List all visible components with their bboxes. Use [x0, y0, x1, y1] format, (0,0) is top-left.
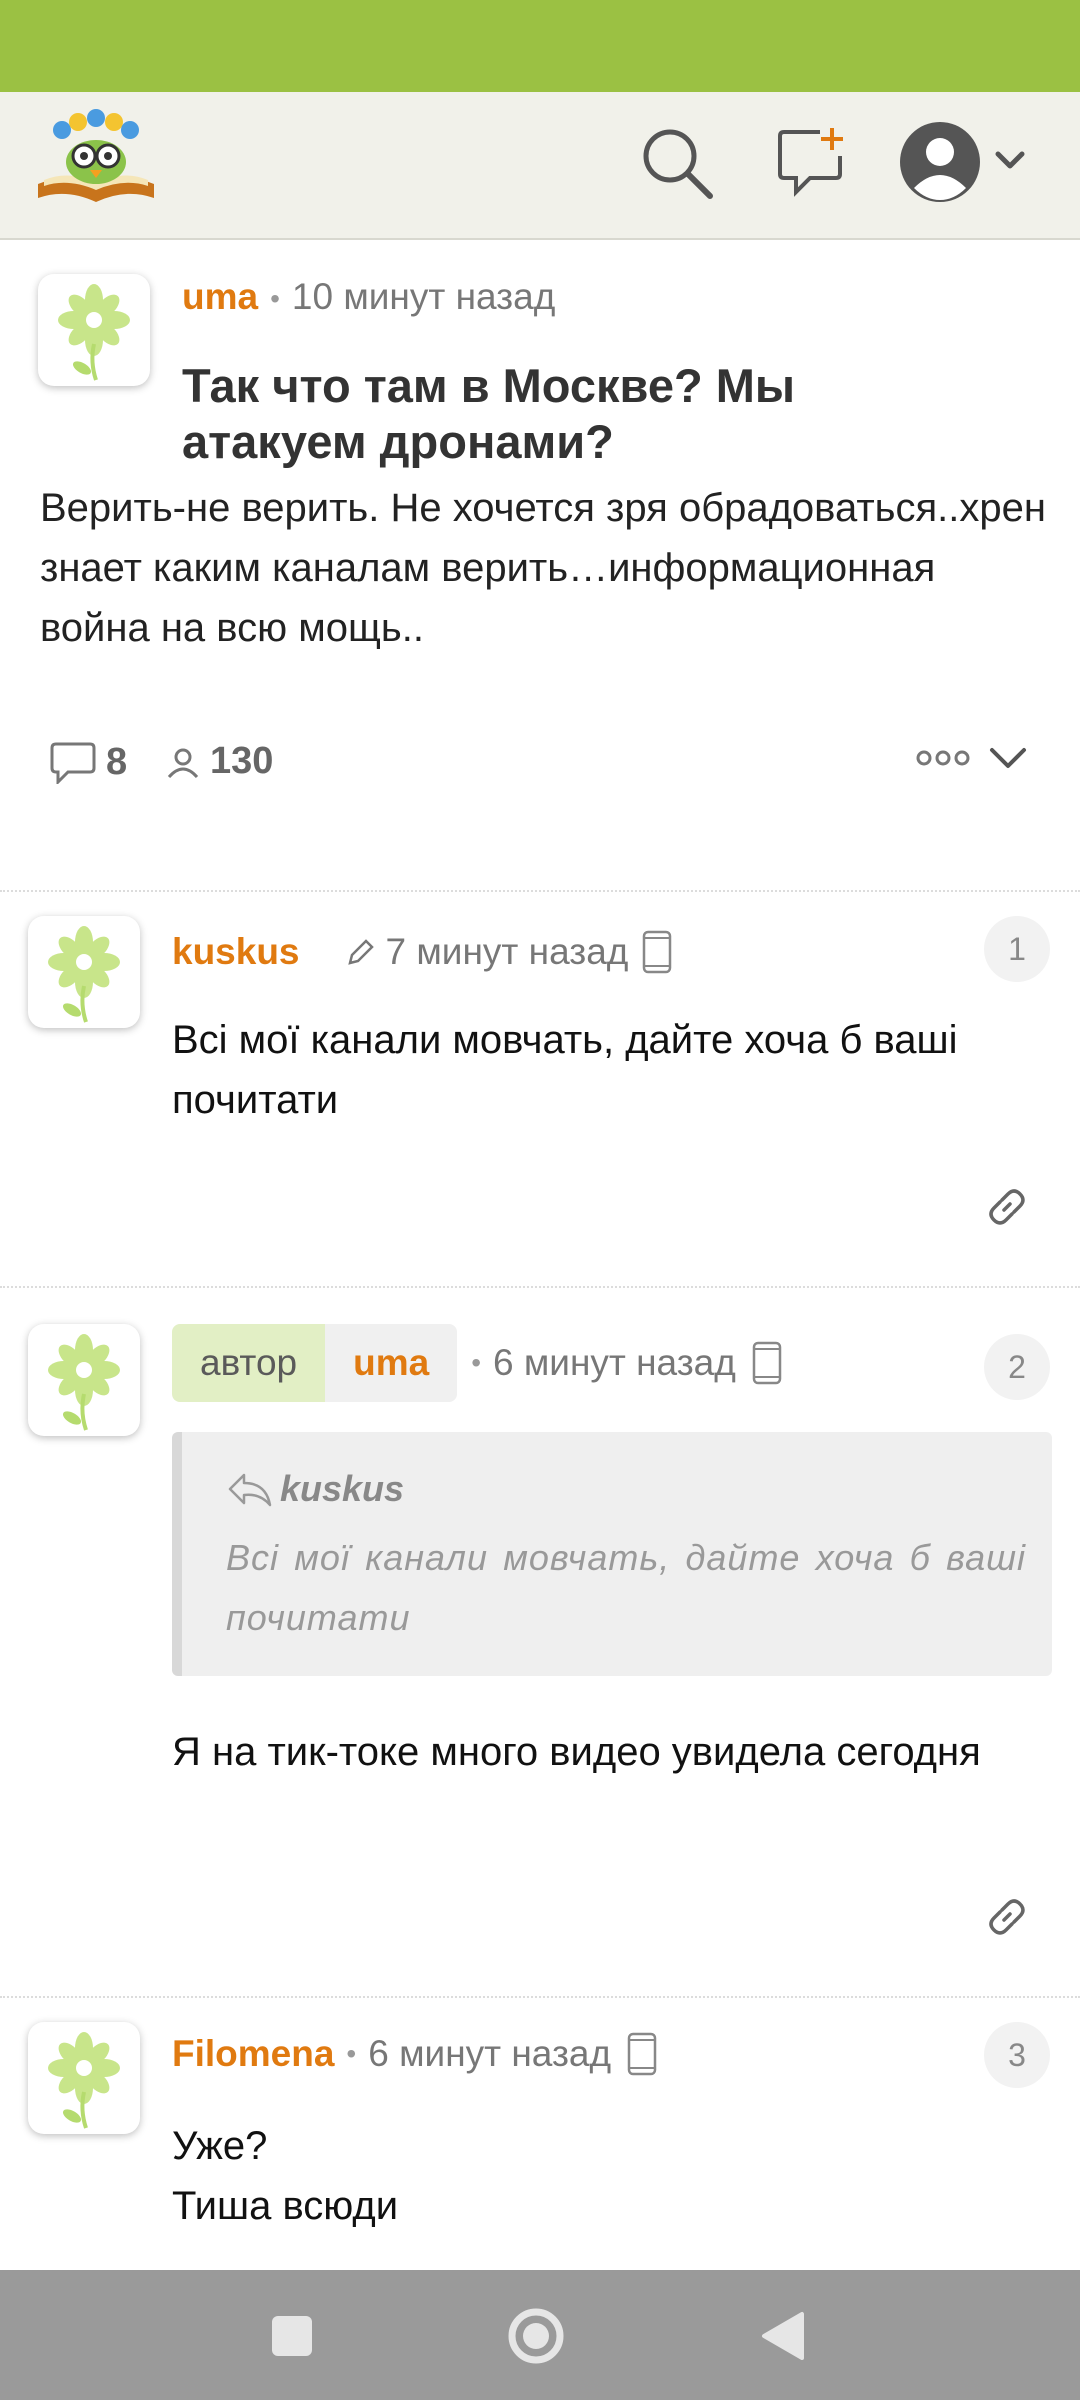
comment-text-line: Уже?	[172, 2124, 268, 2168]
post-author[interactable]: uma	[182, 276, 258, 317]
comment-meta: kuskus 7 минут назад	[172, 930, 672, 974]
flower-avatar-icon	[48, 1334, 120, 1431]
user-menu-button[interactable]	[898, 118, 1034, 208]
comment-meta: Filomena • 6 минут назад	[172, 2032, 657, 2076]
flower-avatar-icon	[58, 284, 130, 381]
more-options-icon[interactable]	[916, 746, 980, 770]
comment-item: Filomena • 6 минут назад 3 Уже? Тиша всю…	[0, 1998, 1080, 2270]
post-title[interactable]: Так что там в Москве? Мы атакуем дронами…	[182, 358, 982, 470]
avatar[interactable]	[38, 274, 150, 386]
comment-time: 7 минут назад	[385, 931, 629, 972]
mobile-device-icon	[627, 2032, 657, 2076]
comment-text: Я на тик-токе много видео увидела сегодн…	[172, 1730, 981, 1774]
reply-arrow-icon	[228, 1473, 272, 1507]
quote-author: kuskus	[226, 1468, 404, 1510]
home-button[interactable]	[498, 2298, 574, 2374]
flower-avatar-icon	[48, 2032, 120, 2129]
author-badge-label: автор	[172, 1324, 326, 1402]
views-count-value: 130	[210, 740, 274, 782]
comment-item: автор uma • 6 минут назад 2 kuskus Всі м…	[0, 1288, 1080, 1996]
comments-count-value: 8	[106, 740, 128, 783]
post-body: Верить-не верить. Не хочется зря обрадов…	[40, 486, 1046, 650]
site-logo[interactable]	[34, 106, 158, 206]
recent-apps-button[interactable]	[254, 2298, 330, 2374]
post-card: uma • 10 минут назад Так что там в Москве?…	[0, 240, 1080, 890]
author-badge: автор uma	[172, 1324, 458, 1402]
comment-text: Всі мої канали мовчать, дайте хоча б ваш…	[172, 1018, 958, 1122]
mobile-device-icon	[752, 1341, 782, 1385]
flower-avatar-icon	[48, 926, 120, 1023]
comment-author[interactable]: Filomena	[172, 2033, 334, 2075]
edit-icon	[347, 939, 374, 965]
comment-author[interactable]: uma	[325, 1324, 458, 1402]
app-header	[0, 92, 1080, 240]
comment-icon	[50, 742, 96, 784]
triangle-back-icon	[762, 2312, 804, 2360]
comment-item: kuskus 7 минут назад 1 Всі мої канали мо…	[0, 892, 1080, 1286]
comment-author[interactable]: kuskus	[172, 931, 300, 973]
post-time: 10 минут назад	[291, 276, 556, 317]
avatar[interactable]	[28, 1324, 140, 1436]
comment-time: 6 минут назад	[493, 1342, 736, 1383]
comment-number-badge: 1	[984, 916, 1050, 982]
circle-icon	[508, 2308, 564, 2364]
user-avatar-icon	[900, 122, 1025, 202]
avatar[interactable]	[28, 916, 140, 1028]
views-count: 130	[166, 740, 273, 783]
post-meta: uma • 10 минут назад	[182, 276, 555, 318]
chevron-down-icon[interactable]	[988, 746, 1038, 772]
mobile-device-icon	[643, 930, 672, 974]
comment-meta: автор uma • 6 минут назад	[172, 1324, 782, 1402]
quote-author-name: kuskus	[280, 1468, 405, 1509]
separator-dot: •	[471, 1347, 481, 1378]
square-icon	[272, 2316, 312, 2356]
avatar[interactable]	[28, 2022, 140, 2134]
new-post-icon[interactable]	[776, 126, 848, 200]
quote-block: kuskus Всі мої канали мовчать, дайте хоч…	[172, 1432, 1052, 1676]
comment-number-badge: 3	[984, 2022, 1050, 2088]
status-bar	[0, 0, 1080, 92]
comments-count[interactable]: 8	[50, 740, 127, 784]
separator-dot: •	[270, 283, 280, 315]
comment-time: 6 минут назад	[368, 2033, 612, 2074]
quote-text: Всі мої канали мовчать, дайте хоча б ваш…	[226, 1537, 1026, 1638]
comment-text: Уже? Тиша всюди	[172, 2116, 1052, 2236]
system-nav-bar	[0, 2270, 1080, 2400]
comment-number-badge: 2	[984, 1334, 1050, 1400]
link-icon[interactable]	[982, 1182, 1032, 1232]
search-icon[interactable]	[640, 126, 714, 200]
back-button[interactable]	[744, 2298, 820, 2374]
user-icon	[167, 748, 199, 778]
comment-text-line: Тиша всюди	[172, 2184, 399, 2228]
separator-dot: •	[346, 2038, 357, 2069]
link-icon[interactable]	[982, 1892, 1032, 1942]
